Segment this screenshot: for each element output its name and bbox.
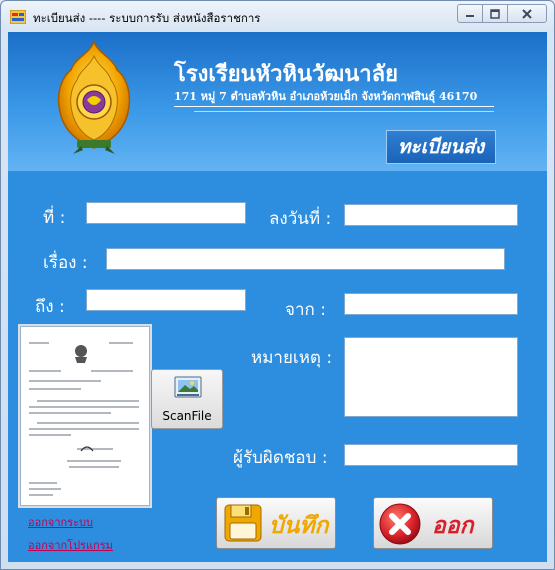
main-panel: โรงเรียนหัวหินวัฒนาลัย 171 หมู่ 7 ตำบลหั… — [8, 32, 547, 562]
to-label: ถึง : — [35, 297, 65, 317]
save-button[interactable]: บันทึก — [216, 497, 336, 549]
exit-button[interactable]: ออก — [373, 497, 493, 549]
title-bar: ทะเบียนส่ง ---- ระบบการรับ ส่งหนังสือราช… — [1, 1, 554, 33]
window-title: ทะเบียนส่ง ---- ระบบการรับ ส่งหนังสือราช… — [33, 11, 261, 25]
maximize-button[interactable] — [482, 4, 508, 23]
from-input[interactable] — [344, 293, 518, 315]
close-window-button[interactable] — [507, 4, 547, 23]
number-input[interactable] — [86, 202, 246, 224]
scan-file-label: ScanFile — [162, 409, 212, 423]
minimize-button[interactable] — [457, 4, 483, 23]
from-label: จาก : — [285, 300, 326, 320]
floppy-disk-icon — [224, 504, 262, 542]
exit-program-link[interactable]: ออกจากโปรแกรม — [28, 536, 113, 554]
close-x-icon — [379, 503, 421, 545]
maximize-icon — [490, 8, 500, 19]
responsible-input[interactable] — [344, 444, 518, 466]
school-address: 171 หมู่ 7 ตำบลหัวหิน อำเภอห้วยเม็ก จังห… — [174, 90, 478, 103]
date-input[interactable] — [344, 204, 518, 226]
responsible-label: ผู้รับผิดชอบ : — [233, 448, 328, 468]
school-name: โรงเรียนหัวหินวัฒนาลัย — [174, 61, 399, 87]
exit-label: ออก — [432, 512, 474, 539]
number-label: ที่ : — [43, 208, 66, 228]
header-divider — [174, 106, 494, 107]
scanner-image-icon — [174, 376, 202, 398]
scanned-document-image — [21, 327, 149, 505]
school-emblem — [57, 40, 131, 154]
document-preview[interactable] — [20, 326, 150, 506]
note-textarea[interactable] — [344, 337, 518, 417]
scan-file-button[interactable]: ScanFile — [151, 369, 223, 429]
app-window: ทะเบียนส่ง ---- ระบบการรับ ส่งหนังสือราช… — [0, 0, 555, 570]
close-icon — [522, 8, 532, 19]
date-label: ลงวันที่ : — [269, 209, 332, 229]
note-label: หมายเหตุ : — [251, 348, 333, 368]
minimize-icon — [466, 14, 474, 17]
save-label: บันทึก — [269, 512, 329, 539]
header-divider-secondary — [194, 111, 494, 112]
section-title: ทะเบียนส่ง — [386, 130, 496, 164]
header-banner: โรงเรียนหัวหินวัฒนาลัย 171 หมู่ 7 ตำบลหั… — [8, 32, 547, 171]
form-icon — [10, 10, 26, 24]
to-input[interactable] — [86, 289, 246, 311]
subject-input[interactable] — [106, 248, 505, 270]
logout-link[interactable]: ออกจากระบบ — [28, 513, 93, 531]
subject-label: เรื่อง : — [43, 253, 88, 273]
